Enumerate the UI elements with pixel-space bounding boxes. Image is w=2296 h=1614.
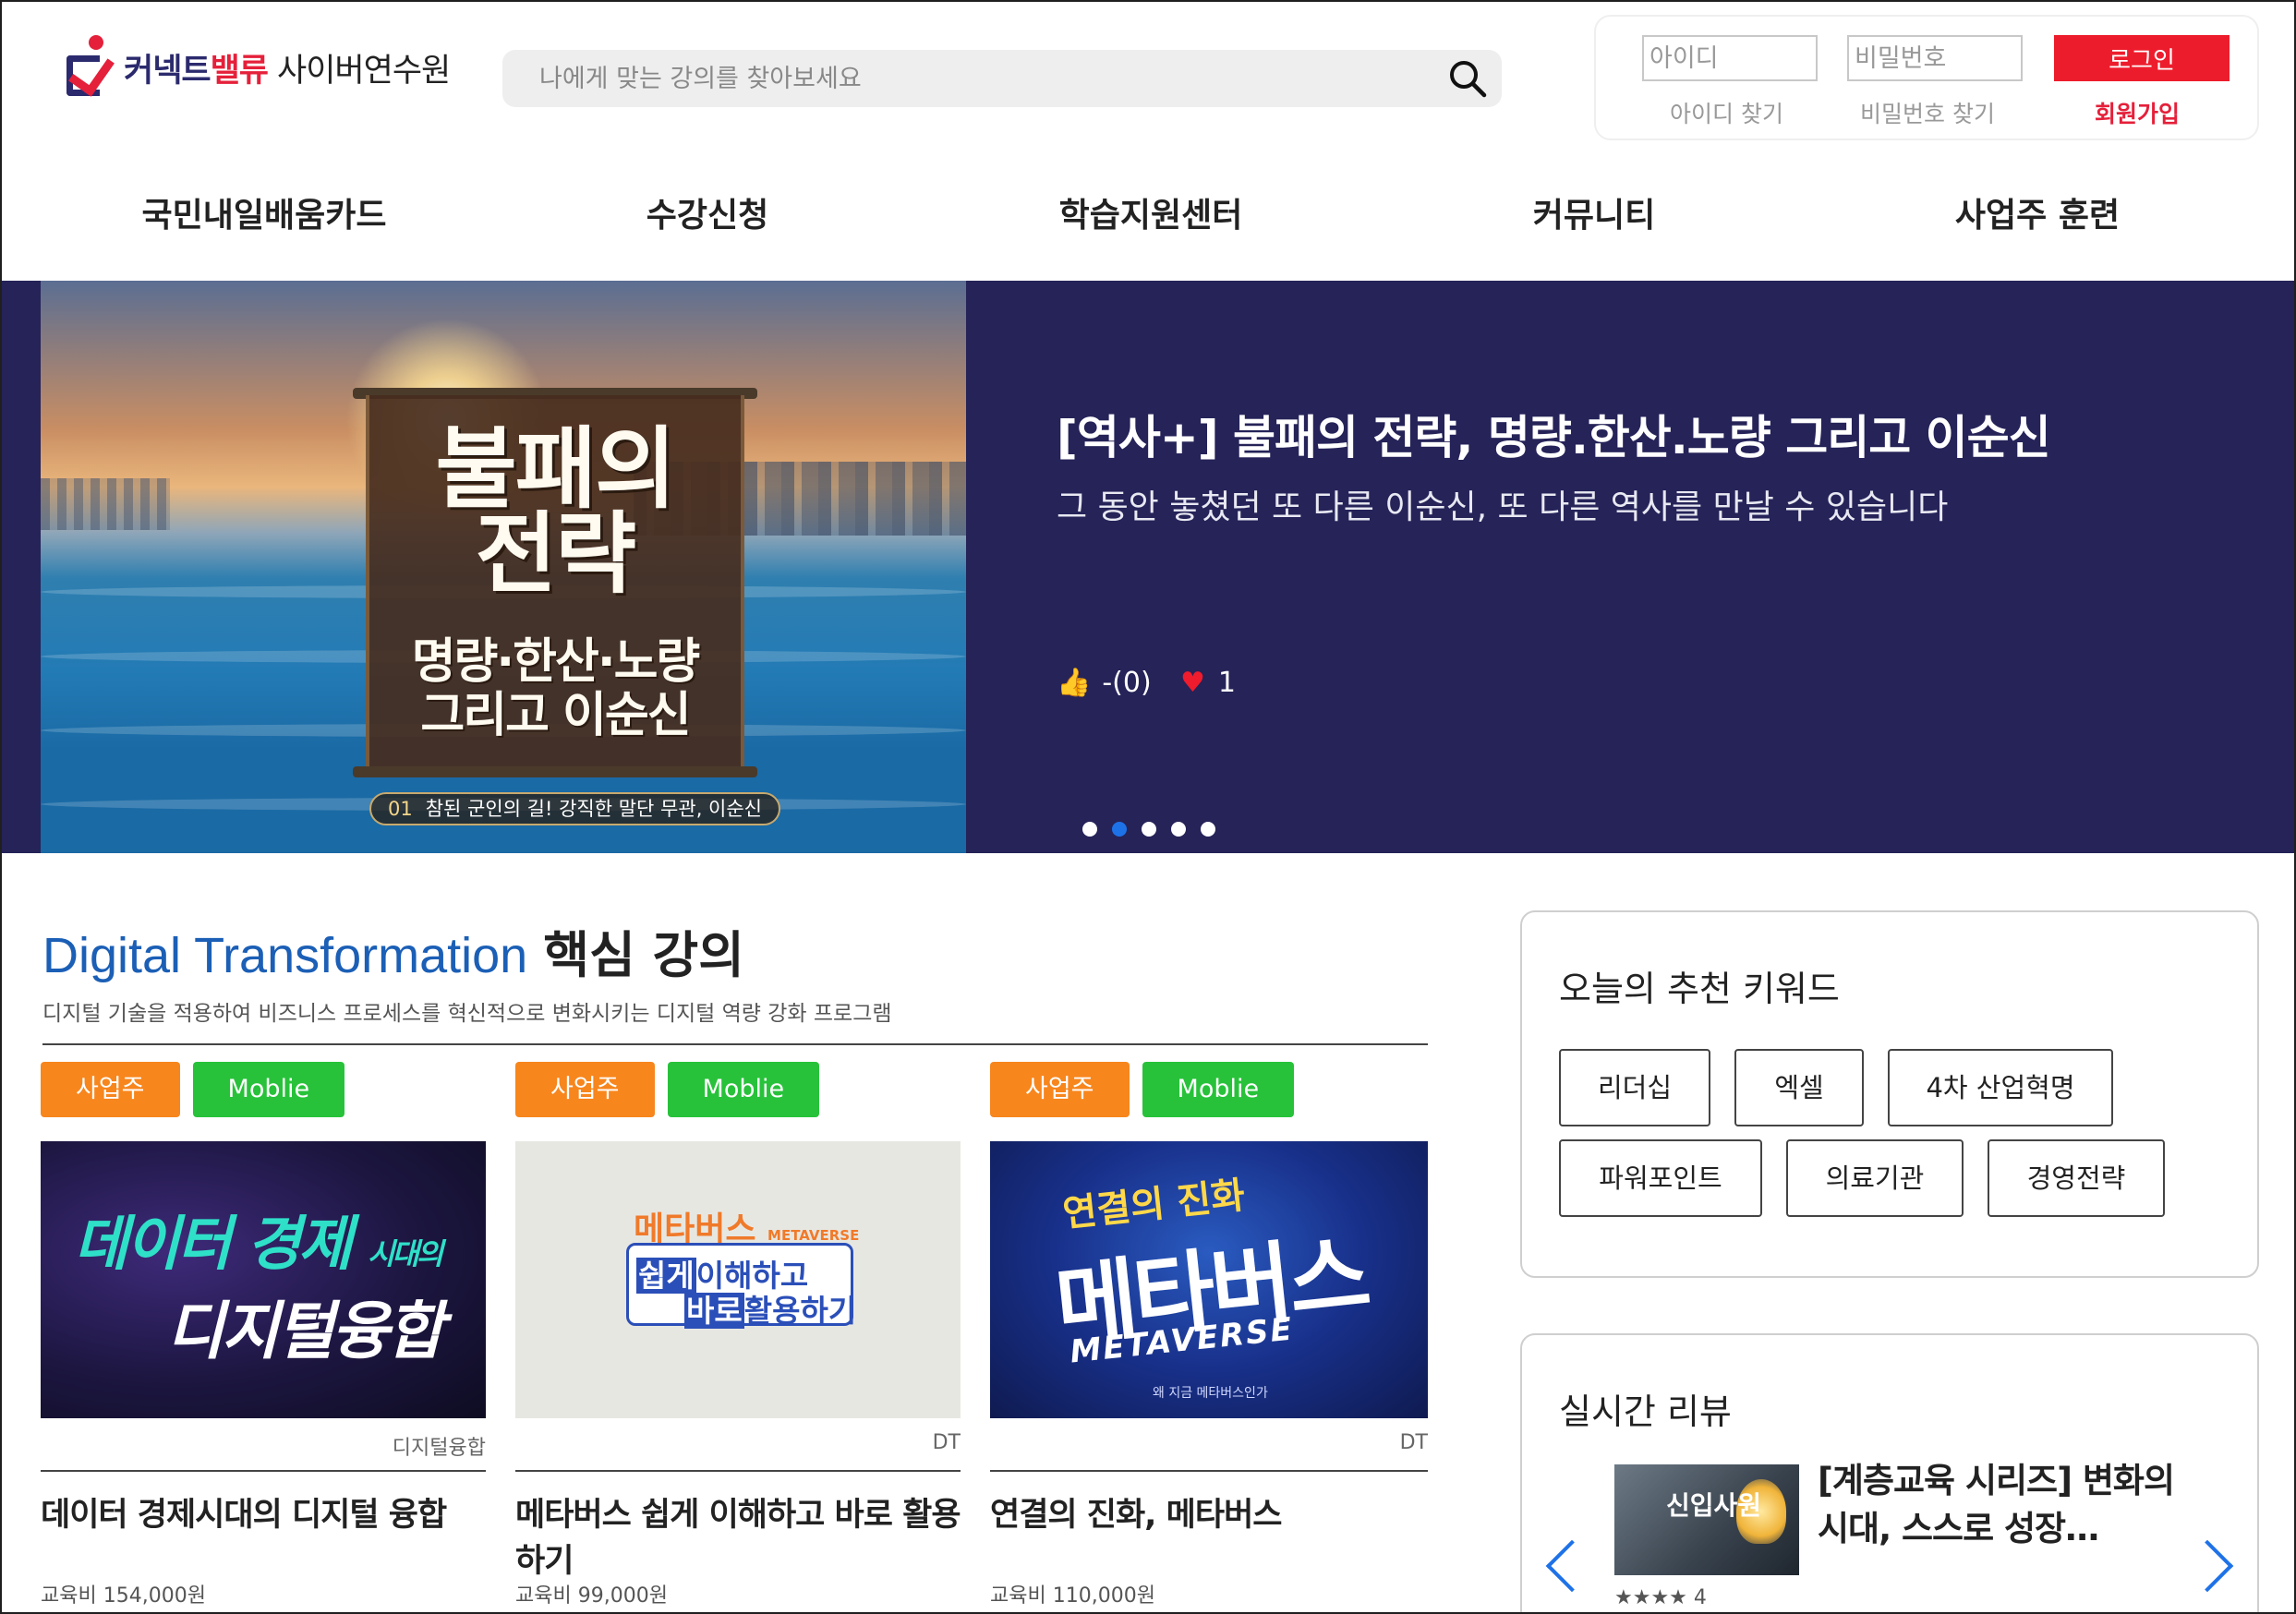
heart-icon: ♥ — [1180, 667, 1205, 699]
thumbs-up-icon: 👍 — [1057, 667, 1092, 699]
slider-dot[interactable] — [1171, 822, 1186, 837]
password-input[interactable] — [1847, 35, 2023, 81]
course-category: 디지털융합 — [392, 1437, 486, 1460]
search-icon[interactable] — [1446, 57, 1489, 100]
like-count: -(0) — [1102, 667, 1152, 699]
review-course-title[interactable]: [계층교육 시리즈] 변화의 시대, 스스로 성장… — [1818, 1457, 2187, 1553]
find-id-link[interactable]: 아이디 찾기 — [1670, 96, 1783, 129]
chevron-left-icon[interactable] — [1545, 1539, 1599, 1593]
keyword-chip[interactable]: 의료기관 — [1786, 1139, 1964, 1217]
search-bar — [502, 50, 1502, 107]
tag-employer: 사업주 — [41, 1062, 180, 1117]
nav-item-national-card[interactable]: 국민내일배움카드 — [142, 188, 387, 236]
hero-scroll-banner: 불패의 전략 명량·한산·노량 그리고 이순신 — [366, 395, 744, 770]
keyword-chip[interactable]: 4차 산업혁명 — [1888, 1049, 2113, 1126]
nav-item-course-apply[interactable]: 수강신청 — [647, 188, 768, 236]
tag-mobile: Moblie — [1142, 1062, 1295, 1117]
hero-image-title-2: 전략 — [475, 502, 637, 606]
signup-link[interactable]: 회원가입 — [2095, 96, 2180, 129]
tag-employer: 사업주 — [990, 1062, 1130, 1117]
logo-text: 커넥트밸류 사이버연수원 — [124, 52, 451, 90]
keyword-panel: 오늘의 추천 키워드 리더십 엑셀 4차 산업혁명 파워포인트 의료기관 경영전… — [1520, 910, 2259, 1278]
review-thumbnail[interactable]: 신입사원 — [1614, 1464, 1799, 1575]
heart-count: 1 — [1217, 667, 1236, 699]
logo-icon — [65, 35, 115, 100]
login-button[interactable]: 로그인 — [2054, 35, 2230, 81]
course-card[interactable]: 사업주 Moblie 메타버스 METAVERSE 쉽게이해하고 바로활용하기 … — [515, 1062, 961, 1608]
course-title[interactable]: 메타버스 쉽게 이해하고 바로 활용하기 — [515, 1492, 961, 1584]
course-card[interactable]: 사업주 Moblie 연결의 진화 메타버스 METAVERSE 왜 지금 메타… — [990, 1062, 1428, 1608]
tag-mobile: Moblie — [192, 1062, 345, 1117]
site-logo[interactable]: 커넥트밸류 사이버연수원 — [65, 35, 451, 100]
nav-item-employer-training[interactable]: 사업주 훈련 — [1955, 188, 2120, 236]
course-price: 교육비 154,000원 — [41, 1584, 206, 1608]
review-rating: ★★★★ 4 — [1614, 1586, 1707, 1609]
slider-dot[interactable] — [1201, 822, 1215, 837]
main-nav: 국민내일배움카드 수강신청 학습지원센터 커뮤니티 사업주 훈련 — [0, 175, 2296, 277]
course-thumbnail[interactable]: 연결의 진화 메타버스 METAVERSE 왜 지금 메타버스인가 — [990, 1141, 1428, 1418]
login-panel: 로그인 아이디 찾기 비밀번호 찾기 회원가입 — [1594, 15, 2259, 140]
tag-employer: 사업주 — [515, 1062, 655, 1117]
chevron-right-icon[interactable] — [2181, 1539, 2234, 1593]
hero-banner: 불패의 전략 명량·한산·노량 그리고 이순신 01 참된 군인의 길! 강직한 말단… — [0, 281, 2296, 853]
section-description: 디지털 기술을 적용하여 비즈니스 프로세스를 혁신적으로 변화시키는 디지털 … — [42, 1002, 892, 1026]
review-panel: 실시간 리뷰 신입사원 [계층교육 시리즈] 변화의 시대, 스스로 성장… ★… — [1520, 1333, 2259, 1614]
hero-image-sub-1: 명량·한산·노량 — [411, 634, 701, 690]
course-price: 교육비 110,000원 — [990, 1584, 1155, 1608]
course-title[interactable]: 데이터 경제시대의 디지털 융합 — [41, 1492, 486, 1538]
user-id-input[interactable] — [1642, 35, 1818, 81]
slider-dot[interactable] — [1082, 822, 1097, 837]
tag-mobile: Moblie — [667, 1062, 820, 1117]
keyword-chip[interactable]: 파워포인트 — [1559, 1139, 1762, 1217]
hero-course-image[interactable]: 불패의 전략 명량·한산·노량 그리고 이순신 01 참된 군인의 길! 강직한 말단… — [41, 281, 966, 853]
course-thumbnail[interactable]: 데이터 경제 시대의 디지털융합 — [41, 1141, 486, 1418]
keyword-chip[interactable]: 엑셀 — [1734, 1049, 1864, 1126]
hero-like[interactable]: 👍 -(0) — [1057, 667, 1152, 699]
course-category: DT — [932, 1431, 961, 1454]
keyword-chip[interactable]: 리더십 — [1559, 1049, 1710, 1126]
course-title[interactable]: 연결의 진화, 메타버스 — [990, 1492, 1428, 1538]
course-card[interactable]: 사업주 Moblie 데이터 경제 시대의 디지털융합 디지털융합 데이터 경제… — [41, 1062, 486, 1608]
course-thumbnail[interactable]: 메타버스 METAVERSE 쉽게이해하고 바로활용하기 — [515, 1141, 961, 1418]
course-price: 교육비 99,000원 — [515, 1584, 668, 1608]
keyword-chip[interactable]: 경영전략 — [1988, 1139, 2165, 1217]
slider-dot[interactable] — [1112, 822, 1127, 837]
keyword-panel-title: 오늘의 추천 키워드 — [1559, 969, 1840, 1009]
slider-dot[interactable] — [1142, 822, 1156, 837]
course-category: DT — [1399, 1431, 1428, 1454]
review-panel-title: 실시간 리뷰 — [1559, 1391, 1732, 1432]
hero-favorite[interactable]: ♥ 1 — [1180, 667, 1236, 699]
section-divider — [42, 1043, 1428, 1045]
search-input[interactable] — [539, 50, 1371, 107]
episode-badge: 01 참된 군인의 길! 강직한 말단 무관, 이순신 — [369, 792, 780, 825]
nav-item-community[interactable]: 커뮤니티 — [1533, 188, 1655, 236]
slider-dots — [1082, 822, 1230, 837]
nav-item-learning-support[interactable]: 학습지원센터 — [1059, 188, 1243, 236]
hero-image-sub-2: 그리고 이순신 — [420, 688, 691, 743]
find-password-link[interactable]: 비밀번호 찾기 — [1860, 96, 1995, 129]
section-title: Digital Transformation 핵심 강의 — [42, 926, 744, 984]
hero-subtitle: 그 동안 놓쳤던 또 다른 이순신, 또 다른 역사를 만날 수 있습니다 — [1057, 488, 1949, 526]
hero-title[interactable]: [역사+] 불패의 전략, 명량.한산.노량 그리고 이순신 — [1057, 401, 2051, 467]
